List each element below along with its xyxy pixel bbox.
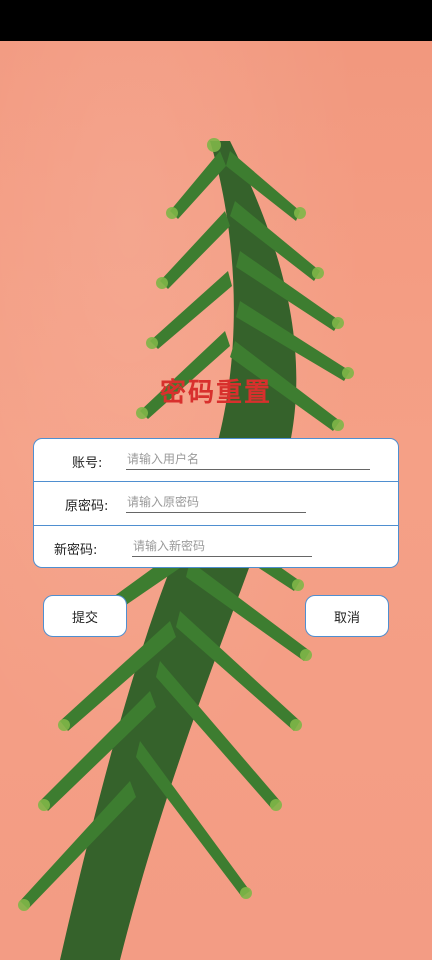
old-password-label: 原密码:: [65, 499, 109, 514]
page-title: 密码重置: [159, 378, 272, 408]
status-bar: [0, 0, 432, 41]
old-password-input[interactable]: [126, 491, 306, 513]
account-input[interactable]: [126, 448, 370, 470]
old-password-row: 原密码:: [34, 481, 398, 524]
new-password-input[interactable]: [132, 535, 312, 557]
new-password-label: 新密码:: [54, 543, 98, 558]
account-label: 账号:: [72, 456, 103, 471]
account-row: 账号:: [34, 439, 398, 482]
cancel-button[interactable]: 取消: [305, 595, 389, 637]
submit-button[interactable]: 提交: [43, 595, 127, 637]
new-password-row: 新密码:: [34, 525, 398, 567]
reset-form-card: 账号: 原密码: 新密码:: [33, 438, 399, 568]
